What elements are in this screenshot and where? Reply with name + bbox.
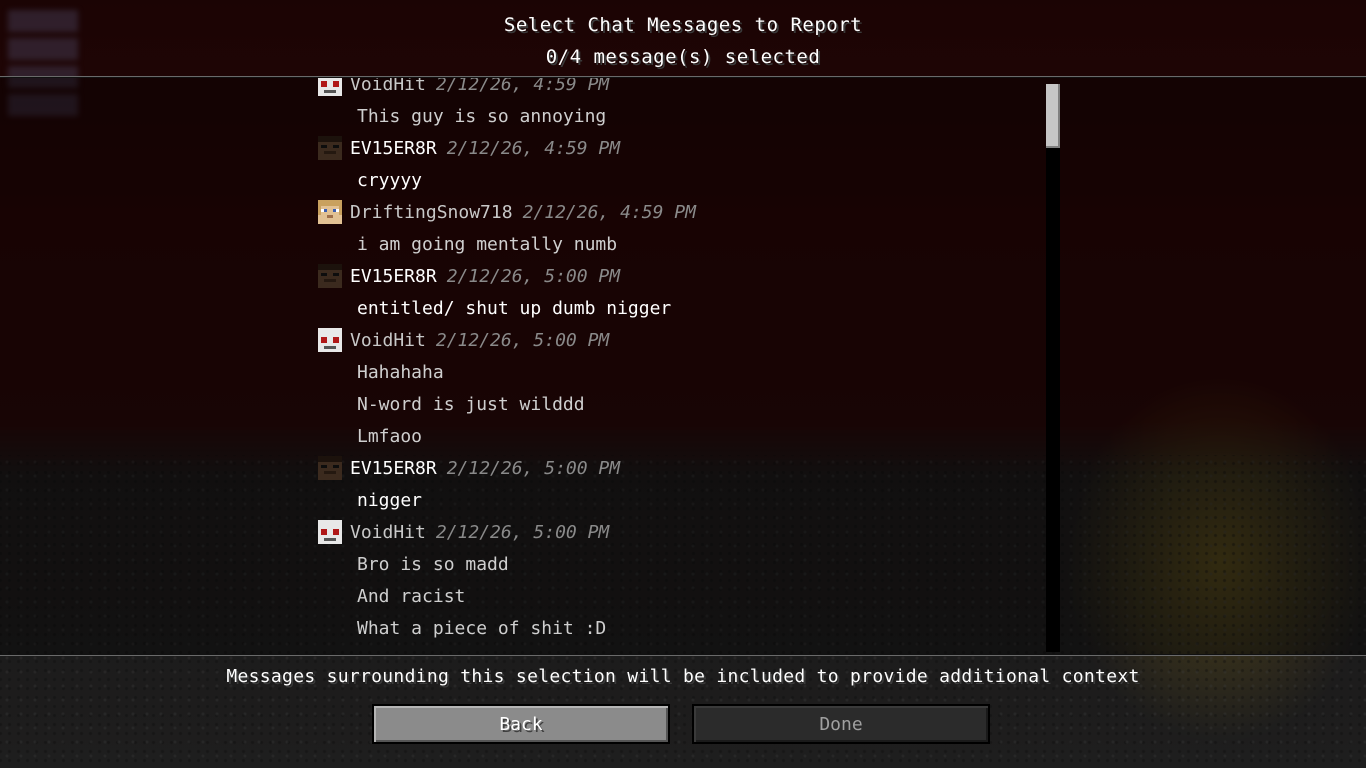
message-text: What a piece of shit :D xyxy=(357,617,607,639)
message-text: Bro is so madd xyxy=(357,553,509,575)
context-message-row: What a piece of shit :D xyxy=(318,612,1048,644)
white-skull-avatar-icon xyxy=(318,328,342,352)
context-message-row: And racist xyxy=(318,580,1048,612)
back-button[interactable]: Back xyxy=(372,704,670,744)
message-header-row: VoidHit 2/12/26, 5:00 PM xyxy=(318,516,1048,548)
context-message-row: N-word is just wilddd xyxy=(318,388,1048,420)
message-timestamp: 2/12/26, 5:00 PM xyxy=(446,457,621,479)
player-name: VoidHit xyxy=(350,78,426,95)
message-header-row: EV15ER8R 2/12/26, 4:59 PM xyxy=(318,132,1048,164)
message-text: nigger xyxy=(357,489,423,511)
dark-face-avatar-icon xyxy=(318,264,342,288)
message-timestamp: 2/12/26, 5:00 PM xyxy=(446,265,621,287)
tan-face-avatar-icon xyxy=(318,200,342,224)
page-title: Select Chat Messages to Report xyxy=(503,14,863,36)
context-message-row: i am going mentally numb xyxy=(318,228,1048,260)
selectable-message-row[interactable]: cryyyy xyxy=(318,164,1048,196)
message-text: Lmfaoo xyxy=(357,425,423,447)
player-name: VoidHit xyxy=(350,521,426,543)
message-text: N-word is just wilddd xyxy=(357,393,585,415)
player-name: VoidHit xyxy=(350,329,426,351)
dark-face-avatar-icon xyxy=(318,456,342,480)
context-message-row: This guy is so annoying xyxy=(318,100,1048,132)
context-message-row: Hahahaha xyxy=(318,356,1048,388)
message-text: This guy is so annoying xyxy=(357,105,607,127)
player-name: EV15ER8R xyxy=(350,265,437,287)
done-button: Done xyxy=(692,704,990,744)
context-note: Messages surrounding this selection will… xyxy=(226,666,1140,687)
chat-message-list: VoidHit 2/12/26, 4:59 PM This guy is so an… xyxy=(0,78,1366,654)
message-header-row: DriftingSnow718 2/12/26, 4:59 PM xyxy=(318,196,1048,228)
player-name: EV15ER8R xyxy=(350,457,437,479)
message-timestamp: 2/12/26, 5:00 PM xyxy=(435,329,610,351)
scrollbar-thumb[interactable] xyxy=(1046,84,1060,148)
selection-count: 0/4 message(s) selected xyxy=(545,46,821,68)
message-text: entitled/ shut up dumb nigger xyxy=(357,297,672,319)
message-text: i am going mentally numb xyxy=(357,233,618,255)
white-skull-avatar-icon xyxy=(318,520,342,544)
message-timestamp: 2/12/26, 4:59 PM xyxy=(522,201,696,223)
message-header-row: EV15ER8R 2/12/26, 5:00 PM xyxy=(318,452,1048,484)
message-header-row: EV15ER8R 2/12/26, 5:00 PM xyxy=(318,260,1048,292)
message-text: cryyyy xyxy=(357,169,423,191)
message-timestamp: 2/12/26, 4:59 PM xyxy=(435,78,610,95)
message-timestamp: 2/12/26, 4:59 PM xyxy=(446,137,621,159)
message-text: And racist xyxy=(357,585,466,607)
selectable-message-row[interactable]: entitled/ shut up dumb nigger xyxy=(318,292,1048,324)
message-header-row: VoidHit 2/12/26, 5:00 PM xyxy=(318,324,1048,356)
message-timestamp: 2/12/26, 5:00 PM xyxy=(435,521,610,543)
context-message-row: Lmfaoo xyxy=(318,420,1048,452)
player-name: EV15ER8R xyxy=(350,137,437,159)
message-header-row: VoidHit 2/12/26, 4:59 PM xyxy=(318,78,1048,100)
message-text: Hahahaha xyxy=(357,361,444,383)
dark-face-avatar-icon xyxy=(318,136,342,160)
selectable-message-row[interactable]: nigger xyxy=(318,484,1048,516)
white-skull-avatar-icon xyxy=(318,78,342,96)
bottom-divider xyxy=(0,654,1366,656)
context-message-row: Bro is so madd xyxy=(318,548,1048,580)
scrollbar[interactable] xyxy=(1046,84,1060,652)
chat-message-list-content: VoidHit 2/12/26, 4:59 PM This guy is so an… xyxy=(318,78,1048,644)
player-name: DriftingSnow718 xyxy=(350,201,513,223)
